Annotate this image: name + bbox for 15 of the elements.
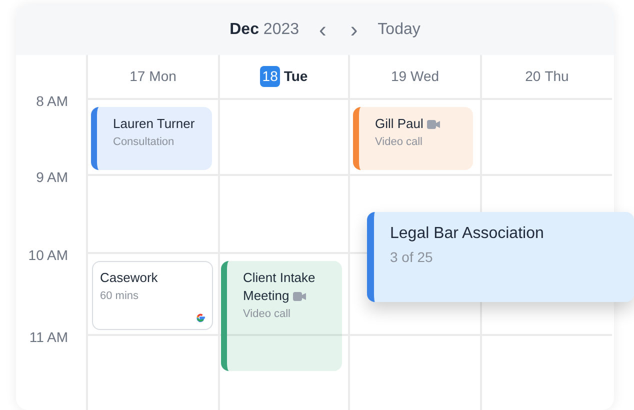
- event-title: Lauren Turner: [113, 115, 196, 133]
- hour-label: 8 AM: [36, 93, 68, 109]
- hour-label: 10 AM: [28, 247, 68, 263]
- event-subtitle: Video call: [243, 307, 292, 322]
- event-subtitle: 60 mins: [100, 289, 140, 304]
- event-subtitle: Video call: [375, 135, 424, 150]
- month-year: Dec 2023: [230, 20, 300, 40]
- event-title: Legal Bar Association: [390, 224, 545, 244]
- event-title: Gill Paul: [375, 115, 473, 134]
- hour-label: 11 AM: [29, 329, 68, 345]
- event-title: Casework: [100, 269, 159, 287]
- hour-label: 9 AM: [36, 169, 68, 185]
- event-subtitle: Consultation: [113, 135, 176, 150]
- event-subtitle: 3 of 25: [390, 248, 434, 268]
- event-title: Client Intake Meeting: [243, 269, 316, 306]
